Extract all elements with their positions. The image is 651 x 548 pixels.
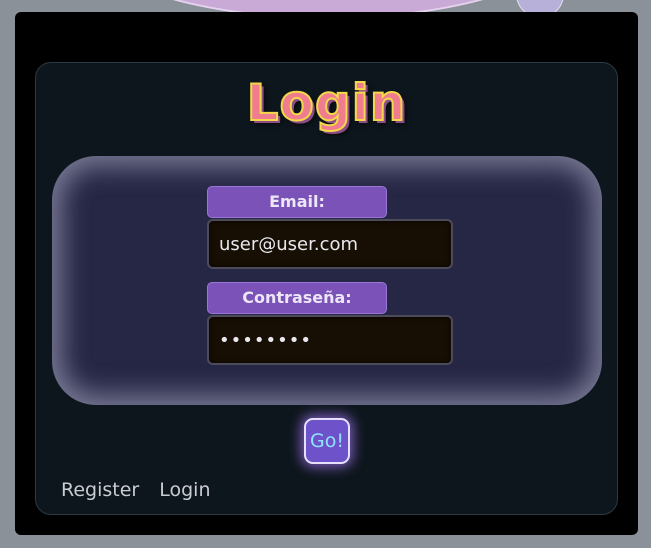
- page-title: Login: [246, 74, 407, 132]
- login-card: Login Email: Contraseña: Go! Register Lo…: [35, 62, 618, 515]
- app-window: Login Email: Contraseña: Go! Register Lo…: [15, 12, 638, 535]
- email-label: Email:: [207, 186, 387, 218]
- login-link[interactable]: Login: [159, 479, 210, 501]
- login-form: Email: Contraseña:: [52, 156, 602, 405]
- submit-button[interactable]: Go!: [304, 418, 350, 464]
- register-link[interactable]: Register: [61, 479, 139, 501]
- footer-nav: Register Login: [61, 479, 211, 501]
- password-label: Contraseña:: [207, 282, 387, 314]
- password-field[interactable]: [207, 315, 453, 365]
- email-field[interactable]: [207, 219, 453, 269]
